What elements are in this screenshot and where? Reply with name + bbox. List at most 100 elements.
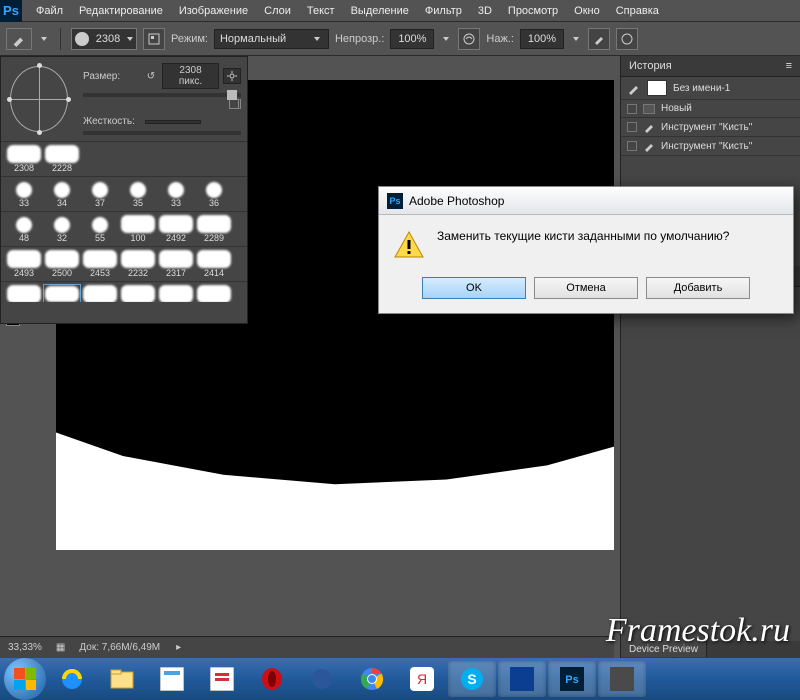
brush-preset[interactable]: 37 bbox=[81, 179, 119, 209]
dialog-titlebar[interactable]: Ps Adobe Photoshop bbox=[379, 187, 793, 215]
tool-preset-picker[interactable] bbox=[6, 28, 32, 50]
flyout-icon[interactable] bbox=[229, 99, 241, 109]
menu-help[interactable]: Справка bbox=[608, 0, 667, 22]
taskbar-app[interactable] bbox=[498, 661, 546, 697]
brush-preset[interactable]: 32 bbox=[43, 214, 81, 244]
airbrush-toggle[interactable] bbox=[588, 28, 610, 50]
menu-file[interactable]: Файл bbox=[28, 0, 71, 22]
menu-filter[interactable]: Фильтр bbox=[417, 0, 470, 22]
taskbar-photoshop[interactable]: Ps bbox=[548, 661, 596, 697]
brush-preset[interactable]: 33 bbox=[5, 179, 43, 209]
gear-icon[interactable] bbox=[223, 68, 241, 84]
menu-edit[interactable]: Редактирование bbox=[71, 0, 171, 22]
flow-label: Наж.: bbox=[486, 33, 514, 45]
chevron-down-icon bbox=[314, 37, 320, 41]
brush-preset[interactable]: 2500 bbox=[43, 249, 81, 279]
taskbar-ie[interactable] bbox=[48, 661, 96, 697]
menu-bar: Ps Файл Редактирование Изображение Слои … bbox=[0, 0, 800, 22]
brush-preset[interactable]: 2232 bbox=[119, 249, 157, 279]
brush-preset[interactable]: 48 bbox=[5, 214, 43, 244]
taskbar-app[interactable] bbox=[598, 661, 646, 697]
cancel-button[interactable]: Отмена bbox=[534, 277, 638, 299]
chevron-right-icon[interactable]: ▸ bbox=[176, 642, 181, 653]
opacity-label: Непрозр.: bbox=[335, 33, 384, 45]
history-state[interactable]: Инструмент "Кисть" bbox=[621, 118, 800, 137]
brush-size-picker[interactable]: 2308 bbox=[71, 28, 137, 50]
brush-preset[interactable]: 2414 bbox=[195, 249, 233, 279]
brush-preset[interactable]: 2453 bbox=[81, 249, 119, 279]
panel-menu-icon[interactable]: ≡ bbox=[786, 60, 792, 72]
brush-hardness-value[interactable] bbox=[145, 120, 201, 124]
svg-text:Я: Я bbox=[417, 671, 427, 687]
menu-3d[interactable]: 3D bbox=[470, 0, 500, 22]
taskbar-app[interactable]: Я bbox=[398, 661, 446, 697]
menu-view[interactable]: Просмотр bbox=[500, 0, 566, 22]
expose-icon[interactable]: ▦ bbox=[56, 642, 65, 653]
brush-angle-control[interactable] bbox=[4, 60, 74, 138]
brush-size-value[interactable]: 2308 пикс. bbox=[162, 63, 219, 89]
brush-preset[interactable]: 100 bbox=[119, 214, 157, 244]
brush-preset[interactable]: 55 bbox=[81, 214, 119, 244]
taskbar-app[interactable] bbox=[148, 661, 196, 697]
brush-preset[interactable]: 34 bbox=[43, 179, 81, 209]
options-bar: 2308 Режим: Нормальный Непрозр.: 100% На… bbox=[0, 22, 800, 56]
brush-preset[interactable]: 2438 bbox=[5, 284, 43, 302]
new-doc-icon bbox=[643, 104, 655, 114]
dialog-message: Заменить текущие кисти заданными по умол… bbox=[437, 229, 729, 243]
brush-hardness-slider[interactable] bbox=[83, 131, 241, 135]
brush-size-label: Размер: bbox=[83, 71, 140, 82]
taskbar-skype[interactable]: S bbox=[448, 661, 496, 697]
brush-preset[interactable]: 2228 bbox=[43, 144, 81, 174]
ok-button[interactable]: OK bbox=[422, 277, 526, 299]
status-bar: 33,33% ▦ Док: 7,66M/6,49M ▸ bbox=[0, 636, 614, 658]
pressure-opacity-toggle[interactable] bbox=[458, 28, 480, 50]
start-button[interactable] bbox=[4, 658, 46, 700]
brush-preset[interactable]: 2308 bbox=[5, 144, 43, 174]
taskbar-explorer[interactable] bbox=[98, 661, 146, 697]
brush-preset[interactable]: 36 bbox=[195, 179, 233, 209]
history-state[interactable]: Инструмент "Кисть" bbox=[621, 137, 800, 156]
flow-field[interactable]: 100% bbox=[520, 29, 564, 49]
menu-text[interactable]: Текст bbox=[299, 0, 343, 22]
brush-preset[interactable]: 2289 bbox=[195, 214, 233, 244]
menu-image[interactable]: Изображение bbox=[171, 0, 256, 22]
brush-preset[interactable]: 2493 bbox=[5, 249, 43, 279]
history-state[interactable]: Новый bbox=[621, 100, 800, 118]
brush-icon bbox=[643, 140, 655, 152]
taskbar-app[interactable] bbox=[298, 661, 346, 697]
brush-preset[interactable]: 33 bbox=[157, 179, 195, 209]
brush-preset-grid: 3334373533364832551002492228924932500245… bbox=[1, 176, 247, 302]
brush-preset[interactable]: 2451 bbox=[195, 284, 233, 302]
menu-window[interactable]: Окно bbox=[566, 0, 608, 22]
reset-icon[interactable]: ↺ bbox=[144, 69, 158, 83]
brush-preset[interactable]: 2492 bbox=[157, 214, 195, 244]
brush-preset[interactable]: 2424 bbox=[81, 284, 119, 302]
brush-preset-panel: Размер: ↺ 2308 пикс. Жесткость: 2308 222… bbox=[0, 56, 248, 324]
taskbar-chrome[interactable] bbox=[348, 661, 396, 697]
chevron-down-icon bbox=[127, 37, 133, 41]
brush-preset[interactable]: 35 bbox=[119, 179, 157, 209]
history-document[interactable]: Без имени-1 bbox=[621, 77, 800, 100]
add-button[interactable]: Добавить bbox=[646, 277, 750, 299]
brush-size-slider[interactable] bbox=[83, 93, 241, 97]
opacity-field[interactable]: 100% bbox=[390, 29, 434, 49]
brush-size-value: 2308 bbox=[92, 33, 124, 45]
confirm-dialog: Ps Adobe Photoshop Заменить текущие кист… bbox=[378, 186, 794, 314]
brush-panel-toggle[interactable] bbox=[143, 28, 165, 50]
brush-preset[interactable]: 2367 bbox=[119, 284, 157, 302]
history-panel-tab[interactable]: История≡ bbox=[621, 56, 800, 77]
menu-layers[interactable]: Слои bbox=[256, 0, 299, 22]
taskbar-app[interactable] bbox=[198, 661, 246, 697]
taskbar-opera[interactable] bbox=[248, 661, 296, 697]
menu-select[interactable]: Выделение bbox=[343, 0, 417, 22]
brush-preset[interactable]: 2318 bbox=[157, 284, 195, 302]
brush-preset[interactable]: 2308 bbox=[43, 284, 81, 302]
device-preview-tab[interactable]: Device Preview bbox=[621, 641, 707, 658]
divider bbox=[60, 28, 61, 50]
pressure-size-toggle[interactable] bbox=[616, 28, 638, 50]
brush-dot-icon bbox=[75, 32, 89, 46]
zoom-level[interactable]: 33,33% bbox=[8, 642, 42, 653]
brush-preset[interactable]: 2317 bbox=[157, 249, 195, 279]
svg-text:S: S bbox=[467, 671, 476, 687]
blend-mode-select[interactable]: Нормальный bbox=[214, 29, 329, 49]
